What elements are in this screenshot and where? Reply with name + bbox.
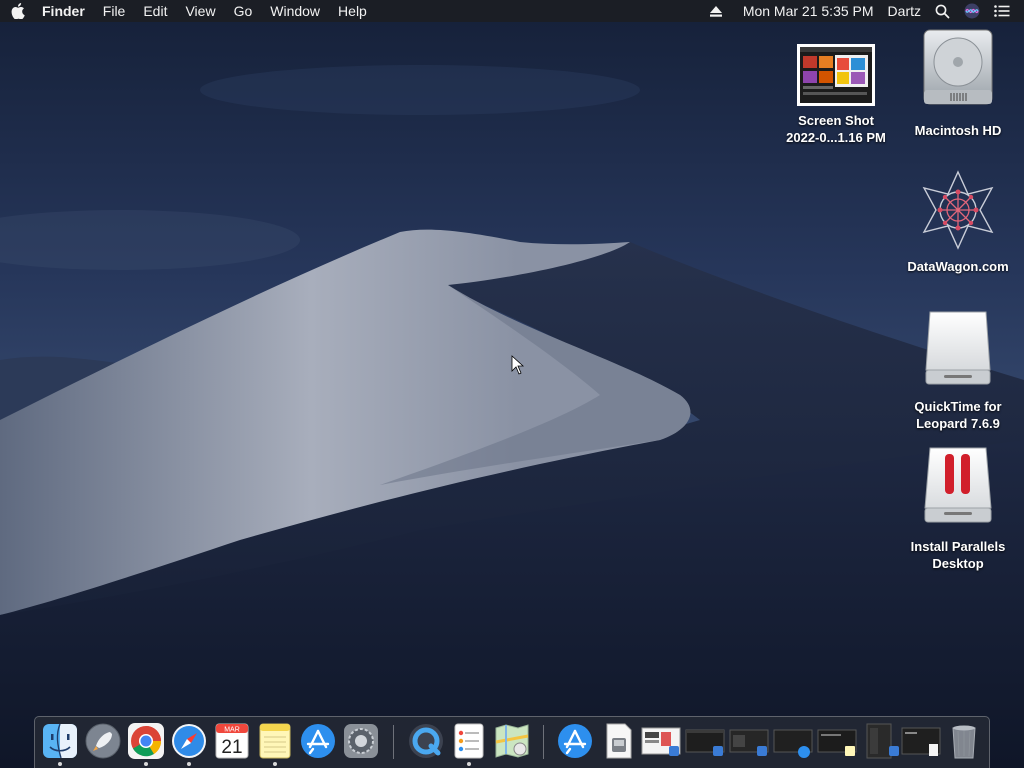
eject-icon[interactable] — [703, 0, 729, 22]
system-preferences-icon — [344, 724, 378, 758]
desktop-icon-quicktime-dmg[interactable]: QuickTime for Leopard 7.6.9 — [903, 308, 1013, 432]
dock-minimized-window[interactable] — [861, 722, 901, 760]
dock-maps[interactable] — [493, 722, 531, 760]
screenshot-thumbnail-icon — [781, 42, 891, 106]
running-indicator — [273, 762, 277, 766]
window-thumbnail-icon — [901, 727, 941, 756]
dock-app-store[interactable] — [299, 722, 337, 760]
menu-window[interactable]: Window — [261, 0, 329, 22]
app-store-icon — [301, 724, 335, 758]
running-indicator — [467, 762, 471, 766]
desktop-icon-label: Macintosh HD — [914, 123, 1002, 138]
app-store-icon — [558, 724, 592, 758]
desktop-icon-macintosh-hd[interactable]: Macintosh HD — [903, 29, 1013, 139]
window-thumbnail-icon — [773, 729, 813, 758]
running-indicator — [187, 762, 191, 766]
document-icon — [606, 723, 632, 759]
desktop-icon-label: 2022-0...1.16 PM — [786, 130, 886, 145]
dock-trash[interactable] — [945, 722, 983, 760]
desktop-icon-label: DataWagon.com — [907, 259, 1009, 274]
menu-view[interactable]: View — [176, 0, 224, 22]
dock-minimized-window[interactable] — [773, 722, 813, 760]
window-thumbnail-icon — [729, 729, 769, 756]
dock-safari[interactable] — [170, 722, 208, 760]
notes-icon — [259, 723, 291, 759]
menu-go[interactable]: Go — [225, 0, 262, 22]
dock-quicktime[interactable] — [407, 722, 445, 760]
desktop-icon-parallels[interactable]: Install Parallels Desktop — [903, 446, 1013, 572]
dock-document[interactable] — [599, 722, 637, 760]
calendar-month: MAR — [224, 727, 240, 734]
datawagon-logo-icon — [903, 170, 1013, 250]
desktop-icon-screenshot[interactable]: Screen Shot 2022-0...1.16 PM — [781, 42, 891, 146]
dock-separator — [543, 725, 544, 759]
desktop-icon-datawagon[interactable]: DataWagon.com — [903, 170, 1013, 275]
running-indicator — [58, 762, 62, 766]
window-thumbnail-icon — [685, 729, 725, 756]
maps-icon — [495, 724, 529, 758]
running-indicator — [144, 762, 148, 766]
dock-separator — [393, 725, 394, 759]
window-thumbnail-icon — [866, 723, 899, 759]
menu-bar: Finder File Edit View Go Window Help Mon… — [0, 0, 1024, 22]
hard-drive-icon — [903, 29, 1013, 106]
calendar-icon: MAR 21 — [215, 723, 249, 759]
trash-icon — [952, 725, 976, 759]
dock-minimized-window[interactable] — [641, 722, 681, 760]
desktop-icon-label: Desktop — [932, 556, 984, 571]
dock-system-preferences[interactable] — [342, 722, 380, 760]
dock-minimized-window[interactable] — [685, 722, 725, 760]
calendar-day: 21 — [221, 737, 242, 758]
reminders-icon — [454, 723, 484, 759]
desktop-icon-label: Install Parallels — [910, 539, 1006, 554]
menubar-user[interactable]: Dartz — [881, 0, 928, 22]
quicktime-icon — [409, 724, 443, 758]
window-thumbnail-icon — [817, 729, 857, 756]
launchpad-icon — [85, 723, 121, 759]
dock-app-store-download[interactable] — [556, 722, 594, 760]
window-thumbnail-icon — [641, 727, 681, 756]
status-area: Mon Mar 21 5:35 PM Dartz — [703, 0, 1024, 22]
desktop-icon-label: QuickTime for — [914, 399, 1002, 414]
menu-help[interactable]: Help — [329, 0, 376, 22]
chrome-icon — [128, 723, 164, 759]
dock-minimized-window[interactable] — [729, 722, 769, 760]
dock-reminders[interactable] — [450, 722, 488, 760]
menu-edit[interactable]: Edit — [134, 0, 176, 22]
dock-minimized-window[interactable] — [817, 722, 857, 760]
spotlight-search-icon[interactable] — [928, 0, 957, 22]
notification-center-icon[interactable] — [987, 0, 1024, 22]
finder-icon — [43, 723, 77, 759]
disk-image-icon — [903, 308, 1013, 388]
dock-minimized-window[interactable] — [901, 722, 941, 760]
dock-notes[interactable] — [256, 722, 294, 760]
dock-calendar[interactable]: MAR 21 — [213, 722, 251, 760]
siri-icon[interactable] — [957, 0, 987, 22]
dock: MAR 21 — [34, 716, 990, 768]
dock-launchpad[interactable] — [84, 722, 122, 760]
menu-file[interactable]: File — [94, 0, 135, 22]
safari-icon — [172, 724, 206, 758]
menu-app-name[interactable]: Finder — [36, 0, 94, 22]
dock-chrome[interactable] — [127, 722, 165, 760]
parallels-installer-icon — [903, 446, 1013, 524]
dock-finder[interactable] — [41, 722, 79, 760]
desktop-icon-label: Screen Shot — [798, 113, 874, 128]
menubar-clock[interactable]: Mon Mar 21 5:35 PM — [729, 0, 881, 22]
apple-menu-icon[interactable] — [0, 3, 36, 19]
desktop-icon-label: Leopard 7.6.9 — [916, 416, 1000, 431]
